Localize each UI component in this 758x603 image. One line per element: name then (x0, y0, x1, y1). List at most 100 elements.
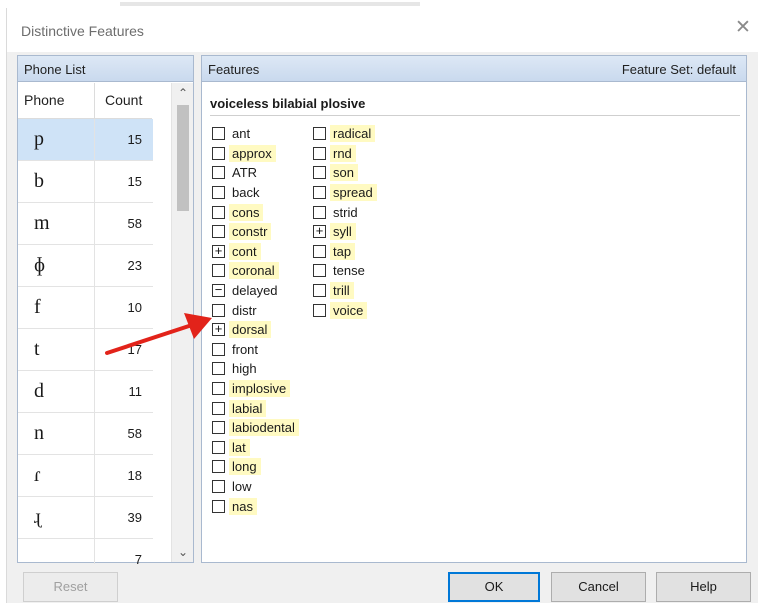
feature-ant[interactable]: ant (212, 124, 299, 144)
feature-checkbox[interactable] (212, 499, 225, 513)
feature-checkbox[interactable] (313, 127, 326, 141)
feature-delayed[interactable]: − delayed (212, 281, 299, 301)
phone-row[interactable]: m 58 (18, 203, 153, 245)
feature-labiodental[interactable]: labiodental (212, 418, 299, 438)
count-cell: 39 (127, 510, 142, 525)
feature-tense[interactable]: tense (313, 261, 377, 281)
feature-checkbox[interactable] (212, 362, 225, 376)
scroll-up-icon[interactable]: ⌃ (172, 83, 194, 103)
feature-checkbox[interactable] (313, 284, 326, 298)
feature-cont[interactable]: + cont (212, 242, 299, 262)
feature-label: low (232, 478, 252, 494)
feature-approx[interactable]: approx (212, 144, 299, 164)
feature-label: trill (330, 282, 354, 300)
feature-high[interactable]: high (212, 359, 299, 379)
feature-label: lat (229, 438, 250, 456)
feature-checkbox[interactable] (212, 225, 225, 239)
column-header-count[interactable]: Count (95, 83, 152, 119)
count-cell: 7 (134, 552, 142, 564)
phone-row[interactable]: n 58 (18, 413, 153, 455)
feature-son[interactable]: son (313, 163, 377, 183)
feature-implosive[interactable]: implosive (212, 379, 299, 399)
feature-checkbox[interactable] (212, 146, 225, 160)
phone-row[interactable]: ɸ 23 (18, 245, 153, 287)
title-bar: Distinctive Features ✕ (7, 8, 758, 52)
feature-voice[interactable]: voice (313, 300, 377, 320)
feature-label: labial (229, 399, 267, 417)
feature-set-label: Feature Set: default (621, 62, 736, 77)
feature-label: ATR (232, 165, 258, 181)
feature-atr[interactable]: ATR (212, 163, 299, 183)
feature-checkbox[interactable] (313, 146, 326, 160)
feature-checkbox[interactable] (212, 479, 225, 493)
feature-trill[interactable]: trill (313, 281, 377, 301)
close-icon[interactable]: ✕ (735, 18, 751, 38)
feature-checkbox[interactable] (313, 264, 326, 278)
phone-cell: m (18, 203, 95, 244)
feature-checkbox[interactable] (212, 460, 225, 474)
feature-checkbox[interactable] (212, 127, 225, 141)
count-cell: 58 (127, 216, 142, 231)
feature-checkbox[interactable] (212, 382, 225, 396)
feature-checkbox[interactable] (212, 166, 225, 180)
feature-radical[interactable]: radical (313, 124, 377, 144)
feature-strid[interactable]: strid (313, 202, 377, 222)
feature-cons[interactable]: cons (212, 202, 299, 222)
feature-back[interactable]: back (212, 183, 299, 203)
phone-cell: ɻ (18, 497, 95, 538)
feature-checkbox[interactable] (313, 166, 326, 180)
feature-tap[interactable]: tap (313, 242, 377, 262)
feature-state-mark: + (315, 223, 324, 239)
feature-constr[interactable]: constr (212, 222, 299, 242)
phone-row[interactable]: p 15 (18, 119, 153, 161)
feature-checkbox[interactable] (212, 205, 225, 219)
feature-checkbox[interactable] (212, 186, 225, 200)
phone-cell: n (18, 413, 95, 454)
feature-dorsal[interactable]: + dorsal (212, 320, 299, 340)
feature-spread[interactable]: spread (313, 183, 377, 203)
phone-row[interactable]: d 11 (18, 371, 153, 413)
feature-checkbox[interactable] (313, 244, 326, 258)
help-button[interactable]: Help (656, 572, 751, 602)
feature-label: long (229, 458, 261, 476)
feature-checkbox[interactable] (313, 205, 326, 219)
features-column-1: ant approx ATR back cons constr + cont coronal − d… (212, 124, 299, 516)
feature-coronal[interactable]: coronal (212, 261, 299, 281)
column-header-phone[interactable]: Phone (18, 83, 95, 119)
feature-label: radical (330, 125, 376, 143)
phone-row[interactable]: b 15 (18, 161, 153, 203)
feature-checkbox[interactable] (212, 440, 225, 454)
phone-cell: p (18, 119, 95, 160)
feature-labial[interactable]: labial (212, 398, 299, 418)
count-cell: 58 (127, 426, 142, 441)
reset-button[interactable]: Reset (23, 572, 118, 602)
feature-front[interactable]: front (212, 340, 299, 360)
feature-state-mark: − (214, 282, 223, 298)
feature-checkbox[interactable] (313, 303, 326, 317)
scroll-thumb[interactable] (177, 105, 189, 211)
count-cell: 18 (127, 468, 142, 483)
feature-low[interactable]: low (212, 477, 299, 497)
feature-nas[interactable]: nas (212, 496, 299, 516)
feature-checkbox[interactable]: + (313, 223, 326, 239)
phone-row[interactable]: ̪7 (18, 539, 153, 564)
feature-syll[interactable]: + syll (313, 222, 377, 242)
feature-rnd[interactable]: rnd (313, 144, 377, 164)
ok-button[interactable]: OK (448, 572, 540, 602)
feature-label: delayed (232, 283, 278, 299)
feature-checkbox[interactable]: + (212, 243, 225, 258)
feature-long[interactable]: long (212, 457, 299, 477)
feature-distr[interactable]: distr (212, 300, 299, 320)
feature-checkbox[interactable] (313, 186, 326, 200)
phone-row[interactable]: ɾ 18 (18, 455, 153, 497)
feature-lat[interactable]: lat (212, 438, 299, 458)
phone-row[interactable]: ɻ 39 (18, 497, 153, 539)
cancel-button[interactable]: Cancel (551, 572, 646, 602)
feature-checkbox[interactable] (212, 264, 225, 278)
feature-checkbox[interactable] (212, 421, 225, 435)
feature-label: tense (333, 263, 365, 279)
feature-label: labiodental (229, 419, 299, 437)
feature-checkbox[interactable]: − (212, 282, 225, 298)
scroll-down-icon[interactable]: ⌄ (172, 542, 194, 562)
feature-checkbox[interactable] (212, 401, 225, 415)
